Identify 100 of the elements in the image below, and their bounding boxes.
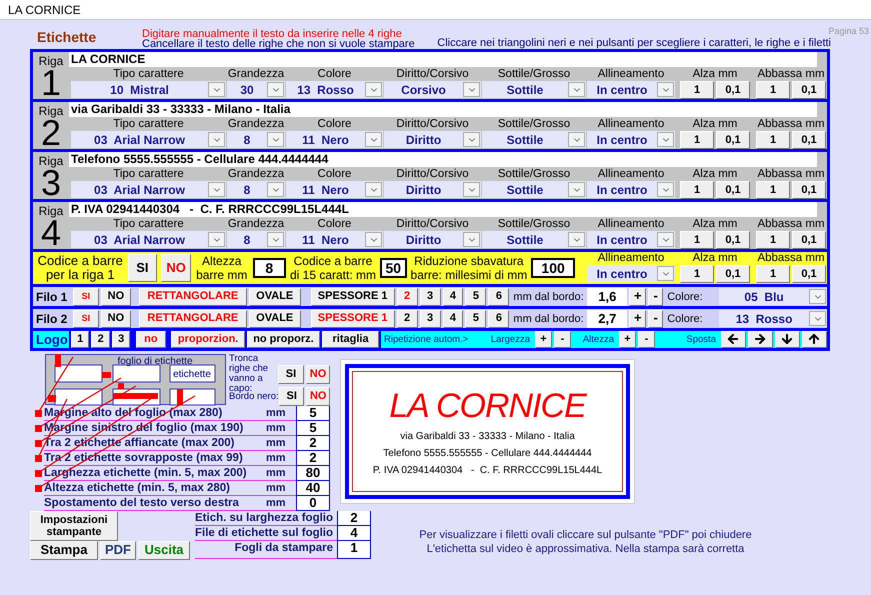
line-text-field[interactable]: P. IVA 02941440304 - C. F. RRRCCC99L15L444L	[69, 202, 817, 217]
step-button[interactable]: 0,1	[716, 81, 750, 99]
option-button[interactable]: OVALE	[248, 288, 301, 306]
option-button[interactable]: 2	[396, 310, 418, 328]
setting-value[interactable]: 1	[337, 541, 372, 559]
option-button[interactable]: 3	[420, 288, 440, 306]
step-button[interactable]: 0,1	[716, 131, 750, 149]
option-button[interactable]: NO	[100, 288, 131, 306]
line-text-field[interactable]: Telefono 5555.555555 - Cellulare 444.4444444	[69, 152, 817, 167]
setting-value[interactable]: 5	[296, 421, 330, 436]
dropdown[interactable]: Sottile	[482, 131, 586, 148]
dropdown[interactable]: In centro	[587, 81, 675, 98]
option-button[interactable]: 5	[465, 310, 486, 328]
step-button[interactable]: 1	[756, 181, 790, 199]
option-button[interactable]: 3	[420, 310, 440, 328]
option-button[interactable]: 6	[488, 310, 510, 328]
step-button[interactable]: -	[638, 331, 655, 348]
option-button[interactable]: 2	[91, 331, 110, 348]
number-field[interactable]: 8	[252, 258, 286, 278]
distance-field[interactable]: 2,7	[587, 310, 628, 328]
option-button[interactable]: no proporz.	[246, 331, 320, 348]
step-button[interactable]: 1	[680, 265, 714, 283]
step-button[interactable]: 0,1	[792, 181, 826, 199]
dropdown[interactable]: In centro	[587, 131, 675, 148]
arrow-button[interactable]	[774, 331, 800, 348]
dropdown[interactable]: 30	[227, 81, 285, 98]
step-button[interactable]: 0,1	[716, 181, 750, 199]
dropdown[interactable]: 8	[227, 181, 285, 198]
step-button[interactable]: 1	[756, 81, 790, 99]
printer-settings-button[interactable]: Impostazioni stampante	[30, 511, 118, 541]
step-button[interactable]: 1	[756, 131, 790, 149]
setting-value[interactable]: 5	[296, 406, 330, 421]
step-button[interactable]: 1	[756, 265, 790, 283]
step-button[interactable]: -	[554, 331, 571, 348]
number-field[interactable]: 100	[531, 258, 575, 278]
dropdown[interactable]: In centro	[587, 181, 675, 198]
dropdown[interactable]: 11 Nero	[286, 131, 383, 148]
setting-value[interactable]: 2	[296, 451, 330, 466]
setting-value[interactable]: 2	[337, 511, 372, 526]
option-button[interactable]: ritaglia	[322, 331, 379, 348]
option-button[interactable]: SI	[279, 387, 304, 406]
dropdown[interactable]: 03 Arial Narrow	[71, 181, 226, 198]
dropdown[interactable]: Sottile	[482, 81, 586, 98]
dropdown[interactable]: 13 Rosso	[719, 310, 828, 327]
dropdown[interactable]: 05 Blu	[719, 288, 828, 305]
setting-value[interactable]: 80	[296, 466, 330, 481]
option-button[interactable]: OVALE	[248, 310, 301, 328]
dropdown[interactable]: Diritto	[384, 231, 481, 248]
option-button[interactable]: 5	[465, 288, 486, 306]
arrow-button[interactable]	[748, 331, 773, 348]
step-button[interactable]: 0,1	[716, 265, 750, 283]
setting-value[interactable]: 0	[296, 496, 330, 511]
dropdown[interactable]: Sottile	[482, 231, 586, 248]
minus-button[interactable]: -	[648, 310, 664, 328]
setting-value[interactable]: 40	[296, 481, 330, 496]
dropdown[interactable]: Diritto	[384, 181, 481, 198]
action-button[interactable]: PDF	[100, 540, 136, 560]
step-button[interactable]: 0,1	[792, 131, 826, 149]
option-button[interactable]: SPESSORE 1	[310, 288, 395, 306]
arrow-button[interactable]	[720, 331, 746, 348]
dropdown[interactable]: 10 Mistral	[71, 81, 226, 98]
option-button[interactable]: 3	[112, 331, 130, 348]
plus-button[interactable]: +	[629, 288, 646, 306]
dropdown[interactable]: 11 Nero	[286, 181, 383, 198]
option-button[interactable]: NO	[100, 310, 131, 328]
option-button[interactable]: SI	[278, 365, 304, 384]
step-button[interactable]: 0,1	[716, 231, 750, 249]
option-button[interactable]: 1	[71, 331, 90, 348]
step-button[interactable]: 1	[756, 231, 790, 249]
step-button[interactable]: 0,1	[792, 265, 826, 283]
setting-value[interactable]: 4	[337, 526, 372, 541]
step-button[interactable]: 1	[680, 181, 714, 199]
step-button[interactable]: +	[534, 331, 552, 348]
dropdown[interactable]: In centro	[587, 265, 675, 282]
dropdown[interactable]: 03 Arial Narrow	[71, 231, 226, 248]
dropdown[interactable]: 8	[227, 231, 285, 248]
step-button[interactable]: +	[618, 331, 636, 348]
minus-button[interactable]: -	[648, 288, 664, 306]
line-text-field[interactable]: LA CORNICE	[69, 52, 817, 67]
option-button[interactable]: 6	[488, 288, 510, 306]
dropdown[interactable]: Sottile	[482, 181, 586, 198]
line-text-field[interactable]: via Garibaldi 33 - 33333 - Milano - Italia	[69, 102, 817, 117]
option-button[interactable]: 4	[442, 288, 464, 306]
step-button[interactable]: 1	[680, 131, 714, 149]
distance-field[interactable]: 1,6	[587, 288, 628, 306]
option-button[interactable]: SI	[128, 254, 158, 282]
dropdown[interactable]: Diritto	[384, 131, 481, 148]
plus-button[interactable]: +	[629, 310, 646, 328]
setting-value[interactable]: 2	[296, 436, 330, 451]
dropdown[interactable]: 03 Arial Narrow	[71, 131, 226, 148]
number-field[interactable]: 50	[380, 258, 407, 278]
step-button[interactable]: 1	[680, 231, 714, 249]
dropdown[interactable]: 13 Rosso	[286, 81, 383, 98]
action-button[interactable]: Stampa	[30, 540, 98, 560]
dropdown[interactable]: Corsivo	[384, 81, 481, 98]
option-button[interactable]: 4	[442, 310, 464, 328]
dropdown[interactable]: 8	[227, 131, 285, 148]
step-button[interactable]: 1	[680, 81, 714, 99]
action-button[interactable]: Uscita	[138, 540, 190, 560]
dropdown[interactable]: In centro	[587, 231, 675, 248]
